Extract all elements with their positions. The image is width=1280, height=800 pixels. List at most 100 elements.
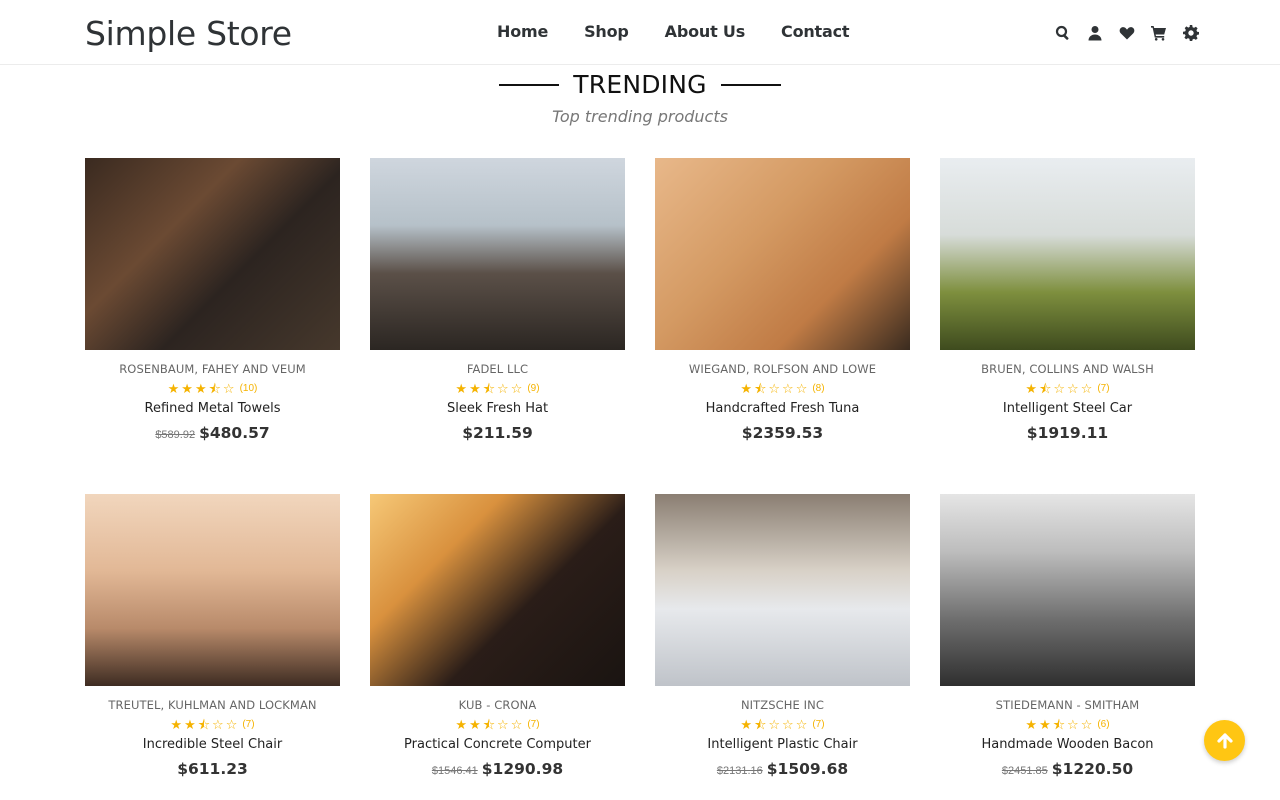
star-half-icon: ⯪ [197, 717, 211, 732]
star-empty-icon: ☆ [497, 717, 509, 732]
nav-contact[interactable]: Contact [781, 22, 850, 41]
product-image[interactable] [370, 158, 625, 350]
star-full-icon: ★ [181, 381, 193, 396]
product-name[interactable]: Intelligent Steel Car [940, 401, 1195, 416]
star-empty-icon: ☆ [1067, 717, 1079, 732]
store-logo[interactable]: Simple Store [85, 14, 292, 53]
product-image[interactable] [85, 158, 340, 350]
current-price: $611.23 [177, 760, 248, 778]
gear-icon[interactable] [1182, 24, 1200, 42]
product-rating: ★ ⯪ ☆ ☆ ☆ (8) [655, 382, 910, 395]
product-card[interactable]: NITZSCHE INC ★ ⯪ ☆ ☆ ☆ (7) Intelligent Plastic … [655, 494, 910, 800]
product-image[interactable] [940, 494, 1195, 686]
review-count: (7) [1097, 383, 1110, 394]
title-divider-right [720, 83, 781, 86]
section-subtitle: Top trending products [552, 107, 728, 126]
star-full-icon: ★ [170, 717, 183, 732]
product-card[interactable]: ROSENBAUM, FAHEY AND VEUM ★ ★ ★ ⯪ ☆ (10) Refine… [85, 158, 340, 494]
product-card[interactable]: BRUEN, COLLINS AND WALSH ★ ⯪ ☆ ☆ ☆ (7) Intellig… [940, 158, 1195, 494]
product-vendor: WIEGAND, ROLFSON AND LOWE [688, 362, 877, 376]
star-empty-icon: ☆ [510, 717, 523, 732]
product-card[interactable]: TREUTEL, KUHLMAN AND LOCKMAN ★ ★ ⯪ ☆ ☆ (7) Incr… [85, 494, 340, 800]
star-full-icon: ★ [740, 381, 753, 396]
product-image[interactable] [940, 158, 1195, 350]
star-full-icon: ★ [455, 717, 468, 732]
product-vendor: BRUEN, COLLINS AND WALSH [981, 362, 1154, 376]
cart-icon[interactable] [1150, 24, 1168, 42]
star-full-icon: ★ [1025, 717, 1038, 732]
product-card[interactable]: FADEL LLC ★ ★ ⯪ ☆ ☆ (9) Sleek Fresh Hat $211.59 [370, 158, 625, 494]
star-half-icon: ⯪ [482, 717, 496, 732]
product-rating: ★ ★ ⯪ ☆ ☆ (9) [370, 382, 625, 395]
search-icon[interactable] [1054, 24, 1072, 42]
product-price: $2131.16 $1509.68 [655, 760, 910, 778]
star-full-icon: ★ [469, 381, 481, 396]
product-name[interactable]: Sleek Fresh Hat [370, 401, 625, 416]
review-count: (10) [239, 383, 258, 394]
header-icons [1054, 24, 1200, 42]
star-full-icon: ★ [469, 717, 481, 732]
product-rating: ★ ★ ⯪ ☆ ☆ (6) [940, 718, 1195, 731]
product-name[interactable]: Handcrafted Fresh Tuna [655, 401, 910, 416]
star-empty-icon: ☆ [222, 381, 235, 396]
star-full-icon: ★ [167, 381, 180, 396]
product-price: $589.92 $480.57 [85, 424, 340, 442]
star-half-icon: ⯪ [1039, 381, 1052, 396]
old-price: $1546.41 [431, 765, 478, 777]
current-price: $480.57 [199, 424, 270, 442]
star-half-icon: ⯪ [754, 717, 767, 732]
product-card[interactable]: WIEGAND, ROLFSON AND LOWE ★ ⯪ ☆ ☆ ☆ (8) Handcra… [655, 158, 910, 494]
product-image[interactable] [655, 158, 910, 350]
product-image[interactable] [85, 494, 340, 686]
old-price: $589.92 [155, 429, 196, 441]
star-empty-icon: ☆ [497, 381, 509, 396]
star-full-icon: ★ [740, 717, 753, 732]
heart-icon[interactable] [1118, 24, 1136, 42]
nav-home[interactable]: Home [497, 22, 548, 41]
star-empty-icon: ☆ [768, 717, 781, 732]
product-card[interactable]: KUB - CRONA ★ ★ ⯪ ☆ ☆ (7) Practical Concrete Co… [370, 494, 625, 800]
product-rating: ★ ⯪ ☆ ☆ ☆ (7) [940, 382, 1195, 395]
product-price: $1919.11 [940, 424, 1195, 442]
section-title: TRENDING [573, 70, 707, 99]
product-image[interactable] [370, 494, 625, 686]
old-price: $2131.16 [716, 765, 763, 777]
star-empty-icon: ☆ [1067, 381, 1079, 396]
current-price: $2359.53 [741, 424, 824, 442]
review-count: (7) [527, 719, 540, 730]
star-empty-icon: ☆ [510, 381, 523, 396]
product-price: $611.23 [85, 760, 340, 778]
site-header: Simple Store Home Shop About Us Contact [0, 0, 1280, 65]
product-card[interactable]: STIEDEMANN - SMITHAM ★ ★ ⯪ ☆ ☆ (6) Handmade Woo… [940, 494, 1195, 800]
star-empty-icon: ☆ [782, 381, 794, 396]
star-empty-icon: ☆ [768, 381, 781, 396]
current-price: $211.59 [462, 424, 533, 442]
product-rating: ★ ★ ⯪ ☆ ☆ (7) [370, 718, 625, 731]
review-count: (7) [242, 719, 255, 730]
scroll-to-top-button[interactable] [1204, 720, 1245, 761]
star-full-icon: ★ [184, 717, 196, 732]
product-name[interactable]: Practical Concrete Computer [370, 737, 625, 752]
product-price: $2451.85 $1220.50 [940, 760, 1195, 778]
product-name[interactable]: Handmade Wooden Bacon [940, 737, 1195, 752]
nav-shop[interactable]: Shop [584, 22, 629, 41]
star-empty-icon: ☆ [1053, 381, 1066, 396]
star-empty-icon: ☆ [212, 717, 224, 732]
review-count: (6) [1097, 719, 1110, 730]
product-image[interactable] [655, 494, 910, 686]
star-empty-icon: ☆ [795, 717, 808, 732]
review-count: (8) [812, 383, 825, 394]
user-icon[interactable] [1086, 24, 1104, 42]
arrow-up-icon [1216, 732, 1233, 749]
title-divider-left [499, 83, 560, 86]
review-count: (9) [527, 383, 540, 394]
current-price: $1220.50 [1051, 760, 1134, 778]
main-nav: Home Shop About Us Contact [497, 22, 850, 41]
product-vendor: FADEL LLC [466, 362, 529, 376]
product-rating: ★ ★ ⯪ ☆ ☆ (7) [85, 718, 340, 731]
nav-about-us[interactable]: About Us [665, 22, 746, 41]
product-name[interactable]: Intelligent Plastic Chair [655, 737, 910, 752]
product-name[interactable]: Incredible Steel Chair [85, 737, 340, 752]
product-vendor: STIEDEMANN - SMITHAM [995, 698, 1140, 712]
product-name[interactable]: Refined Metal Towels [85, 401, 340, 416]
